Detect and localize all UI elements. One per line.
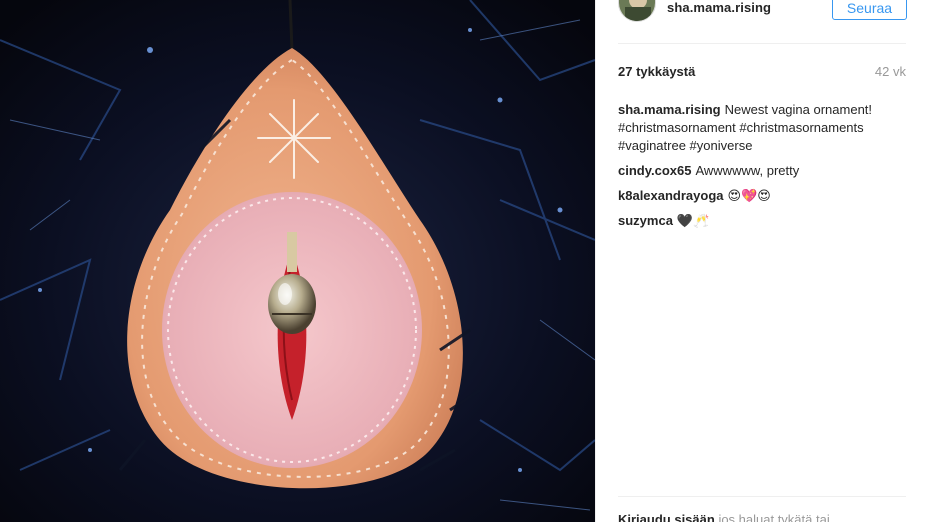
likes-count[interactable]: 27 tykkäystä: [618, 64, 695, 79]
avatar[interactable]: [618, 0, 656, 22]
comment-item: suzymca 🖤🥂: [618, 212, 908, 230]
header-username[interactable]: sha.mama.rising: [667, 0, 771, 15]
caption: sha.mama.rising Newest vagina ornament! #…: [618, 101, 908, 155]
comment-author[interactable]: cindy.cox65: [618, 163, 691, 178]
login-link[interactable]: Kirjaudu sisään: [618, 512, 715, 522]
comment-item: k8alexandrayoga 😍💖😍: [618, 187, 908, 205]
post-details-panel: sha.mama.rising Seuraa 27 tykkäystä 42 v…: [595, 0, 929, 522]
divider: [618, 43, 906, 44]
ornament-photo: [0, 0, 595, 522]
post-age[interactable]: 42 vk: [875, 64, 906, 79]
comment-author[interactable]: k8alexandrayoga: [618, 188, 724, 203]
login-prompt: Kirjaudu sisään jos haluat tykätä tai: [618, 512, 830, 522]
post-stats: 27 tykkäystä 42 vk: [618, 64, 906, 82]
login-prompt-text: jos haluat tykätä tai: [718, 512, 830, 522]
comment-author[interactable]: suzymca: [618, 213, 673, 228]
follow-button[interactable]: Seuraa: [832, 0, 907, 20]
caption-author[interactable]: sha.mama.rising: [618, 102, 721, 117]
post-image[interactable]: [0, 0, 595, 522]
comment-text: 🖤🥂: [676, 213, 710, 228]
avatar-image: [619, 0, 655, 21]
comments-list: sha.mama.rising Newest vagina ornament! #…: [618, 101, 908, 237]
caption-hashtags-line1[interactable]: #christmasornament #christmasornaments: [618, 120, 864, 135]
divider: [618, 496, 906, 497]
caption-hashtags-line2[interactable]: #vaginatree #yoniverse: [618, 138, 752, 153]
comment-text: Awwwwww, pretty: [695, 163, 800, 178]
comment-item: cindy.cox65 Awwwwww, pretty: [618, 162, 908, 180]
comment-text: 😍💖😍: [727, 188, 771, 203]
post-header: sha.mama.rising Seuraa: [618, 0, 908, 22]
caption-text: Newest vagina ornament!: [724, 102, 873, 117]
